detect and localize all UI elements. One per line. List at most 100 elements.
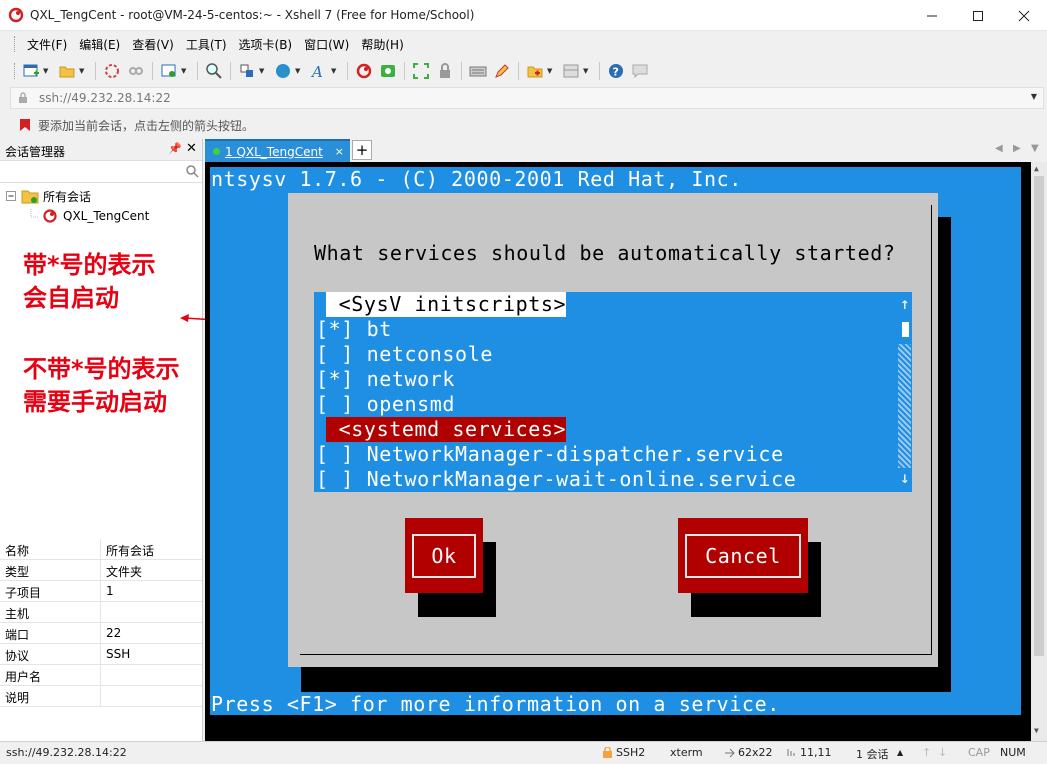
new-session-dropdown-icon[interactable]: ▼ <box>43 67 51 75</box>
chat-button[interactable] <box>630 61 650 81</box>
new-folder-button[interactable] <box>525 61 545 81</box>
tab-session[interactable]: 1 QXL_TengCent × <box>205 139 350 162</box>
scroll-thumb[interactable] <box>902 322 909 337</box>
address-text: ssh://49.232.28.14:22 <box>39 91 171 105</box>
font-button[interactable]: A <box>309 61 329 81</box>
transfer-button[interactable] <box>237 61 257 81</box>
menu-tabs[interactable]: 选项卡(B) <box>233 36 299 53</box>
highlight-button[interactable] <box>492 61 512 81</box>
fullscreen-button[interactable] <box>411 61 431 81</box>
menu-file[interactable]: 文件(F) <box>21 36 73 53</box>
terminal-scroll-thumb[interactable] <box>1034 176 1044 656</box>
xftp-button[interactable] <box>378 61 398 81</box>
toolbar-separator <box>461 62 462 80</box>
tab-close-icon[interactable]: × <box>335 145 344 158</box>
properties-dropdown-icon[interactable]: ▼ <box>181 67 189 75</box>
bookmark-arrow-icon[interactable] <box>18 118 32 132</box>
search-icon[interactable] <box>185 164 199 178</box>
tree-root-all-sessions[interactable]: 所有会话 <box>6 186 91 206</box>
new-tab-button[interactable]: + <box>352 140 372 160</box>
help-button[interactable]: ? <box>606 61 626 81</box>
session-search-input[interactable] <box>2 163 182 181</box>
ok-button[interactable]: Ok <box>405 518 483 593</box>
reconnect-button[interactable] <box>126 61 146 81</box>
window-title: QXL_TengCent - root@VM-24-5-centos:~ - X… <box>30 8 475 22</box>
globe-dropdown-icon[interactable]: ▼ <box>295 67 303 75</box>
status-caps: CAP <box>968 746 990 759</box>
tree-item-session[interactable]: QXL_TengCent <box>30 206 149 226</box>
link-icon <box>129 67 143 75</box>
list-item[interactable]: [*] network <box>316 367 455 392</box>
menu-window[interactable]: 窗口(W) <box>298 36 355 53</box>
toolbar: ▼ ▼ ▼ ▼ ▼ A ▼ ▼ ▼ ? <box>0 57 1047 85</box>
new-folder-dropdown-icon[interactable]: ▼ <box>547 67 555 75</box>
scroll-up-icon[interactable]: ↑ <box>900 294 910 313</box>
globe-button[interactable] <box>273 61 293 81</box>
globe-icon <box>276 64 290 78</box>
list-item[interactable]: <SysV initscripts> <box>326 292 567 317</box>
address-bar[interactable]: ssh://49.232.28.14:22 ▼ <box>10 87 1044 109</box>
find-button[interactable] <box>204 61 224 81</box>
menu-help[interactable]: 帮助(H) <box>355 36 409 53</box>
list-scrollbar[interactable]: ↑ ↓ <box>898 292 912 492</box>
terminal[interactable]: ntsysv 1.7.6 - (C) 2000-2001 Red Hat, In… <box>205 162 1047 741</box>
xshell-session-icon <box>43 209 57 223</box>
tree-root-label: 所有会话 <box>43 189 92 204</box>
terminal-scrollbar[interactable]: ▲ ▼ <box>1031 162 1047 741</box>
close-panel-icon[interactable]: ✕ <box>186 141 197 156</box>
cancel-button[interactable]: Cancel <box>678 518 808 593</box>
menu-view[interactable]: 查看(V) <box>126 36 180 53</box>
list-item[interactable]: [ ] opensmd <box>316 392 455 417</box>
title-bar: QXL_TengCent - root@VM-24-5-centos:~ - X… <box>0 0 1047 31</box>
open-button[interactable] <box>57 61 77 81</box>
tab-list-icon[interactable]: ▼ <box>1031 143 1039 154</box>
toolbar-grip <box>14 63 17 79</box>
new-folder-icon <box>527 66 543 78</box>
lock-button[interactable] <box>435 61 455 81</box>
list-item[interactable]: [ ] NetworkManager-wait-online.service <box>316 467 796 492</box>
dialog-question: What services should be automatically st… <box>314 241 896 265</box>
close-window-button[interactable] <box>1001 0 1047 31</box>
tab-next-icon[interactable]: ▶ <box>1013 143 1021 154</box>
menu-edit[interactable]: 编辑(E) <box>73 36 126 53</box>
scroll-down-icon[interactable]: ↓ <box>900 468 910 487</box>
font-dropdown-icon[interactable]: ▼ <box>331 67 339 75</box>
list-item[interactable]: [ ] NetworkManager-dispatcher.service <box>316 442 784 467</box>
transfer-dropdown-icon[interactable]: ▼ <box>259 67 267 75</box>
maximize-icon <box>973 10 983 21</box>
list-item[interactable]: <systemd services> <box>326 417 567 442</box>
tab-prev-icon[interactable]: ◀ <box>995 143 1003 154</box>
address-dropdown-icon[interactable]: ▼ <box>1031 92 1037 101</box>
layout-dropdown-icon[interactable]: ▼ <box>583 67 591 75</box>
svg-text:A: A <box>310 63 323 80</box>
annotation-line-2: 会自启动 <box>23 284 119 312</box>
disconnect-button[interactable] <box>102 61 122 81</box>
new-session-button[interactable] <box>21 61 41 81</box>
list-item[interactable]: [*] bt <box>316 317 392 342</box>
layout-button[interactable] <box>561 61 581 81</box>
xshell-button[interactable] <box>354 61 374 81</box>
minimize-button[interactable] <box>909 0 955 31</box>
maximize-button[interactable] <box>955 0 1001 31</box>
collapse-icon[interactable] <box>6 190 17 202</box>
list-item[interactable]: [ ] netconsole <box>316 342 493 367</box>
pin-icon[interactable]: 📌 <box>168 142 182 155</box>
cancel-button-label: Cancel <box>685 533 801 578</box>
properties-icon <box>161 64 176 77</box>
arrow-up-icon[interactable]: ↑ <box>922 746 931 759</box>
keyboard-button[interactable] <box>468 61 488 81</box>
scroll-up-arrow-icon[interactable]: ▲ <box>1034 164 1039 173</box>
service-listbox[interactable]: <SysV initscripts> [*] bt [ ] netconsole… <box>314 292 912 492</box>
property-row: 主机 <box>0 602 202 623</box>
chat-icon <box>632 64 648 79</box>
arrow-down-icon[interactable]: ↓ <box>938 746 947 759</box>
sessions-up-icon[interactable]: ▲ <box>897 748 903 757</box>
open-dropdown-icon[interactable]: ▼ <box>79 67 87 75</box>
scroll-down-arrow-icon[interactable]: ▼ <box>1034 726 1039 735</box>
xshell-app-icon <box>8 7 24 23</box>
tab-label: 1 QXL_TengCent <box>225 144 323 159</box>
status-sessions[interactable]: 1 会话 <box>856 746 889 762</box>
properties-button[interactable] <box>159 61 179 81</box>
cursor-position-icon <box>787 749 795 756</box>
menu-tools[interactable]: 工具(T) <box>180 36 233 53</box>
